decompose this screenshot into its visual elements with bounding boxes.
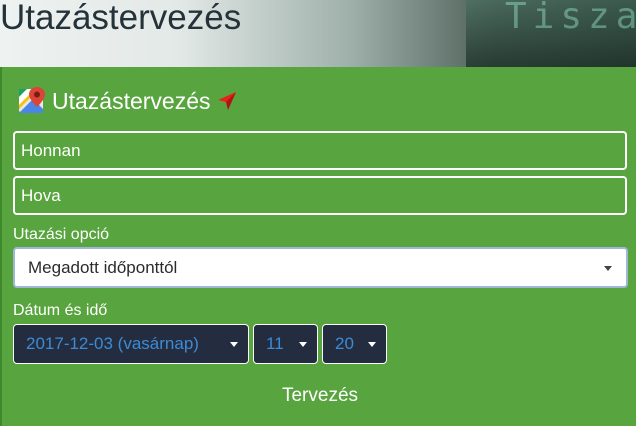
datetime-label: Dátum és idő bbox=[13, 302, 108, 319]
chevron-down-icon bbox=[368, 342, 376, 347]
chevron-down-icon bbox=[604, 266, 612, 271]
hour-select[interactable]: 11 bbox=[253, 324, 318, 364]
to-input[interactable] bbox=[13, 176, 627, 215]
date-select[interactable]: 2017-12-03 (vasárnap) bbox=[13, 324, 249, 364]
minute-value: 20 bbox=[335, 334, 354, 353]
from-input[interactable] bbox=[13, 131, 627, 170]
chevron-down-icon bbox=[299, 342, 307, 347]
hour-value: 11 bbox=[266, 334, 284, 353]
trip-planner-panel: Utazástervezés Utazási opció Megadott id… bbox=[0, 67, 636, 426]
navigation-arrow-icon bbox=[217, 92, 236, 110]
widget-header: Utazástervezés bbox=[17, 84, 237, 118]
plan-button[interactable]: Tervezés bbox=[247, 379, 393, 413]
chevron-down-icon bbox=[230, 342, 238, 347]
google-maps-icon bbox=[19, 87, 45, 113]
page-title: Utazástervezés bbox=[0, 0, 242, 37]
date-value: 2017-12-03 (vasárnap) bbox=[26, 334, 199, 353]
travel-option-select[interactable]: Megadott időponttól bbox=[13, 247, 628, 288]
widget-title: Utazástervezés bbox=[52, 87, 211, 114]
travel-option-label: Utazási opció bbox=[13, 226, 110, 243]
travel-option-value: Megadott időponttól bbox=[28, 257, 178, 277]
hero-background-sign: Tisza bbox=[505, 0, 636, 37]
hero-banner: Tisza Utazástervezés bbox=[0, 0, 636, 67]
minute-select[interactable]: 20 bbox=[322, 324, 387, 364]
